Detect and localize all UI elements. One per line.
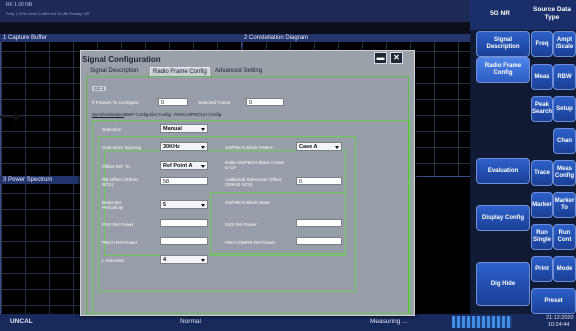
marker-to-button[interactable]: Marker To (553, 192, 576, 218)
meas-config-button[interactable]: Meas Config (553, 160, 576, 186)
evaluation-button[interactable]: Evaluation (476, 158, 530, 184)
setup-button[interactable]: Setup (553, 96, 576, 122)
pointer-arrow-icon (0, 116, 14, 118)
pss-rel-power-label: PSS Rel Power (102, 222, 134, 227)
pointer-arrowhead-icon (14, 112, 21, 122)
capture-buffer-title: 1 Capture Buffer (0, 34, 243, 42)
detection-dropdown[interactable]: Manual (160, 124, 208, 133)
dialog-title: Signal Configuration (82, 55, 161, 64)
status-bar: UNCAL Normal Measuring ... 21:12:2020 10… (0, 314, 576, 331)
burst-set-label: Burst Set Periodicity (102, 200, 124, 210)
marker-button[interactable]: Marker (531, 192, 553, 218)
display-config-button[interactable]: Display Config (476, 205, 530, 231)
subcarrier-spacing-label: Subcarrier Spacing (102, 145, 142, 150)
minimize-button[interactable]: ▬ (374, 52, 387, 64)
rb-offset-input[interactable]: 58 (160, 177, 208, 185)
ssb-block-pattern-label: SS/PBCH Block Pattern (225, 145, 274, 150)
tab-advanced-setting[interactable]: Advanced Setting (213, 67, 264, 75)
pss-rel-power-input[interactable] (160, 219, 208, 227)
subtab-synchronization[interactable]: Synchronization (92, 112, 124, 117)
close-button[interactable]: ✕ (390, 52, 403, 64)
delta-center-label: Delta SS/PBCH Block Center to CF (225, 160, 285, 170)
measuring-indicator: Measuring ... (370, 318, 408, 325)
additional-subcarrier-input[interactable]: 0 (296, 177, 342, 185)
rbw-button[interactable]: RBW (553, 64, 576, 90)
info-line-2: Freq 1 GHz Level 0 dBm Att 10 dB Preamp … (6, 11, 89, 16)
clock-date: 21:12:2020 (546, 315, 574, 321)
selected-frame-label: Selected Frame (198, 100, 231, 105)
print-button[interactable]: Print (531, 256, 553, 282)
offset-ref-label: Offset Ref. To (102, 164, 130, 169)
subtab-slot-config[interactable]: Slot Config (149, 112, 171, 117)
ssb-state-label: SS/PBCH Block State (225, 200, 270, 205)
pbch-dmrs-rel-power-label: PBCH DMRS Rel Power (225, 240, 276, 245)
softkey-header: 5G NR Source Data Type (470, 0, 576, 30)
subtab-pdsch-pdcch-config[interactable]: PDSCH/PDCCH Config (174, 112, 221, 117)
additional-subcarrier-label: Additional Subcarrier Offset (30KHz SCS) (225, 177, 282, 187)
radio-frame-config-button[interactable]: Radio Frame Config (476, 57, 530, 83)
tab-signal-description[interactable]: Signal Description (88, 67, 140, 75)
cc-tab[interactable]: CC 1 (92, 86, 107, 91)
freq-button[interactable]: Freq (531, 31, 553, 57)
mode-button[interactable]: Mode (553, 256, 576, 282)
mode-label: 5G NR (490, 10, 510, 17)
dig-hide-button[interactable]: Dig Hide (476, 262, 530, 306)
burst-set-dropdown[interactable]: 5 (160, 200, 208, 209)
sss-rel-power-input[interactable] (296, 219, 342, 227)
ssb-block-pattern-dropdown[interactable]: Case A (296, 142, 342, 151)
progress-indicator (452, 316, 512, 328)
frames-to-configure-label: # Frames To Configure (92, 100, 139, 105)
pbch-dmrs-rel-power-input[interactable] (296, 237, 342, 245)
chan-button[interactable]: Chan (553, 128, 576, 154)
subtab-bwp-config[interactable]: BWP Config (124, 112, 148, 117)
instrument-info-bar: RF 1.00 NR Freq 1 GHz Level 0 dBm Att 10… (0, 0, 470, 22)
uncal-indicator: UNCAL (10, 318, 33, 325)
trace-button[interactable]: Trace (531, 160, 553, 186)
signal-description-button[interactable]: Signal Description (476, 31, 530, 57)
info-line-1: RF 1.00 NR (6, 2, 33, 8)
detection-label: Detection (102, 127, 122, 132)
pbch-rel-power-input[interactable] (160, 237, 208, 245)
sss-rel-power-label: SSS Rel Power (225, 222, 257, 227)
clock-time: 10:24:44 (548, 322, 570, 328)
meas-button[interactable]: Meas (531, 64, 553, 90)
ampt-scale-button[interactable]: Ampt /Scale (553, 31, 576, 57)
run-single-button[interactable]: Run Single (531, 224, 553, 250)
l-selection-dropdown[interactable]: 4 (160, 255, 208, 264)
pbch-rel-power-label: PBCH Rel Power (102, 240, 138, 245)
l-selection-label: L Selection (102, 258, 125, 263)
constellation-title: 2 Constellation Diagram (241, 34, 473, 42)
selected-frame-input[interactable]: 0 (246, 98, 284, 106)
normal-indicator: Normal (180, 318, 201, 325)
run-cont-button[interactable]: Run Cont (553, 224, 576, 250)
subcarrier-spacing-dropdown[interactable]: 30KHz (160, 142, 208, 151)
preset-button[interactable]: Preset (531, 288, 576, 314)
offset-ref-dropdown[interactable]: Ref Point A (160, 161, 208, 170)
source-data-type-label: Source Data Type (533, 6, 571, 21)
peak-search-button[interactable]: Peak Search (531, 96, 553, 122)
rb-offset-label: RB Offset (30KHz SCS) (102, 177, 139, 187)
frames-to-configure-input[interactable]: 0 (158, 98, 188, 106)
